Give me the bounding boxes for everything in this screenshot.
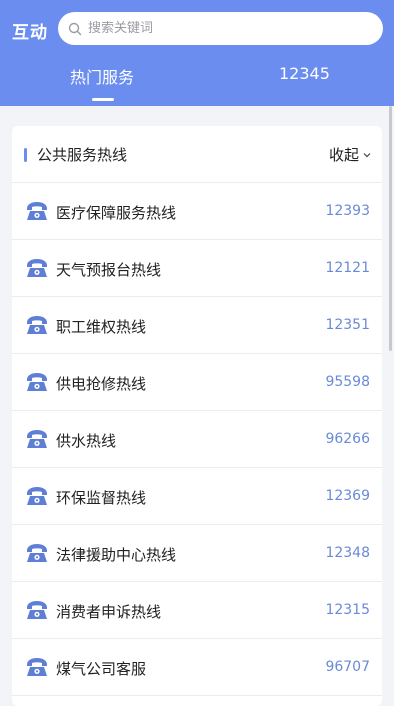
page-title: 互动 [12, 23, 48, 43]
hotline-name: 消费者申诉热线 [56, 603, 162, 621]
telephone-icon [24, 314, 50, 336]
search-icon [68, 22, 82, 35]
telephone-icon [24, 200, 50, 222]
collapse-label: 收起 [328, 146, 359, 164]
hotline-name: 环保监督热线 [56, 489, 147, 507]
hotline-name: 医疗保障服务热线 [56, 204, 177, 222]
hotline-number[interactable]: 96266 [325, 431, 370, 447]
hotline-name: 煤气公司客服 [56, 660, 147, 678]
telephone-icon [24, 371, 50, 393]
hotline-row[interactable]: 消费者申诉热线 12315 [12, 582, 382, 639]
telephone-icon [24, 485, 50, 507]
hotline-number[interactable]: 12393 [325, 203, 370, 219]
hotline-row[interactable]: 职工维权热线 12351 [12, 297, 382, 354]
chevron-down-icon [363, 152, 371, 157]
hotline-list: 医疗保障服务热线 12393 天气预报台热线 12121 职工维权热线 12351 供电抢修… [12, 183, 382, 696]
hotline-name: 天气预报台热线 [56, 261, 162, 279]
hotline-number[interactable]: 95598 [325, 374, 370, 390]
collapse-button[interactable]: 收起 [329, 144, 372, 165]
tab-hot-services[interactable]: 热门服务 [70, 64, 134, 88]
hotline-row[interactable]: 供电抢修热线 95598 [12, 354, 382, 411]
active-tab-indicator [92, 98, 114, 101]
search-bar[interactable] [58, 12, 383, 45]
hotline-row[interactable]: 医疗保障服务热线 12393 [12, 183, 382, 240]
hotline-name: 供电抢修热线 [56, 375, 147, 393]
section-header: 公共服务热线 收起 [12, 126, 382, 183]
hotline-card: 公共服务热线 收起 医疗保障服务热线 12393 天气预报台热线 12121 职工维权热… [12, 126, 382, 706]
section-accent-bar [24, 148, 27, 162]
hotline-number[interactable]: 12348 [325, 545, 370, 561]
hotline-row[interactable]: 供水热线 96266 [12, 411, 382, 468]
hotline-name: 职工维权热线 [56, 318, 147, 336]
hotline-name: 法律援助中心热线 [56, 546, 177, 564]
section-title: 公共服务热线 [37, 146, 128, 164]
hotline-row[interactable]: 煤气公司客服 96707 [12, 639, 382, 696]
hotline-row[interactable]: 环保监督热线 12369 [12, 468, 382, 525]
search-input[interactable] [88, 21, 368, 36]
hotline-number[interactable]: 12315 [325, 602, 370, 618]
tab-12345[interactable]: 12345 [279, 64, 330, 83]
telephone-icon [24, 428, 50, 450]
telephone-icon [24, 542, 50, 564]
hotline-row[interactable]: 法律援助中心热线 12348 [12, 525, 382, 582]
hotline-number[interactable]: 12351 [325, 317, 370, 333]
telephone-icon [24, 599, 50, 621]
hotline-number[interactable]: 96707 [325, 659, 370, 675]
top-header: 互动 热门服务 12345 [0, 0, 394, 106]
telephone-icon [24, 257, 50, 279]
hotline-number[interactable]: 12369 [325, 488, 370, 504]
telephone-icon [24, 656, 50, 678]
hotline-name: 供水热线 [56, 432, 117, 450]
hotline-number[interactable]: 12121 [325, 260, 370, 276]
scrollbar[interactable] [389, 106, 392, 351]
hotline-row[interactable]: 天气预报台热线 12121 [12, 240, 382, 297]
